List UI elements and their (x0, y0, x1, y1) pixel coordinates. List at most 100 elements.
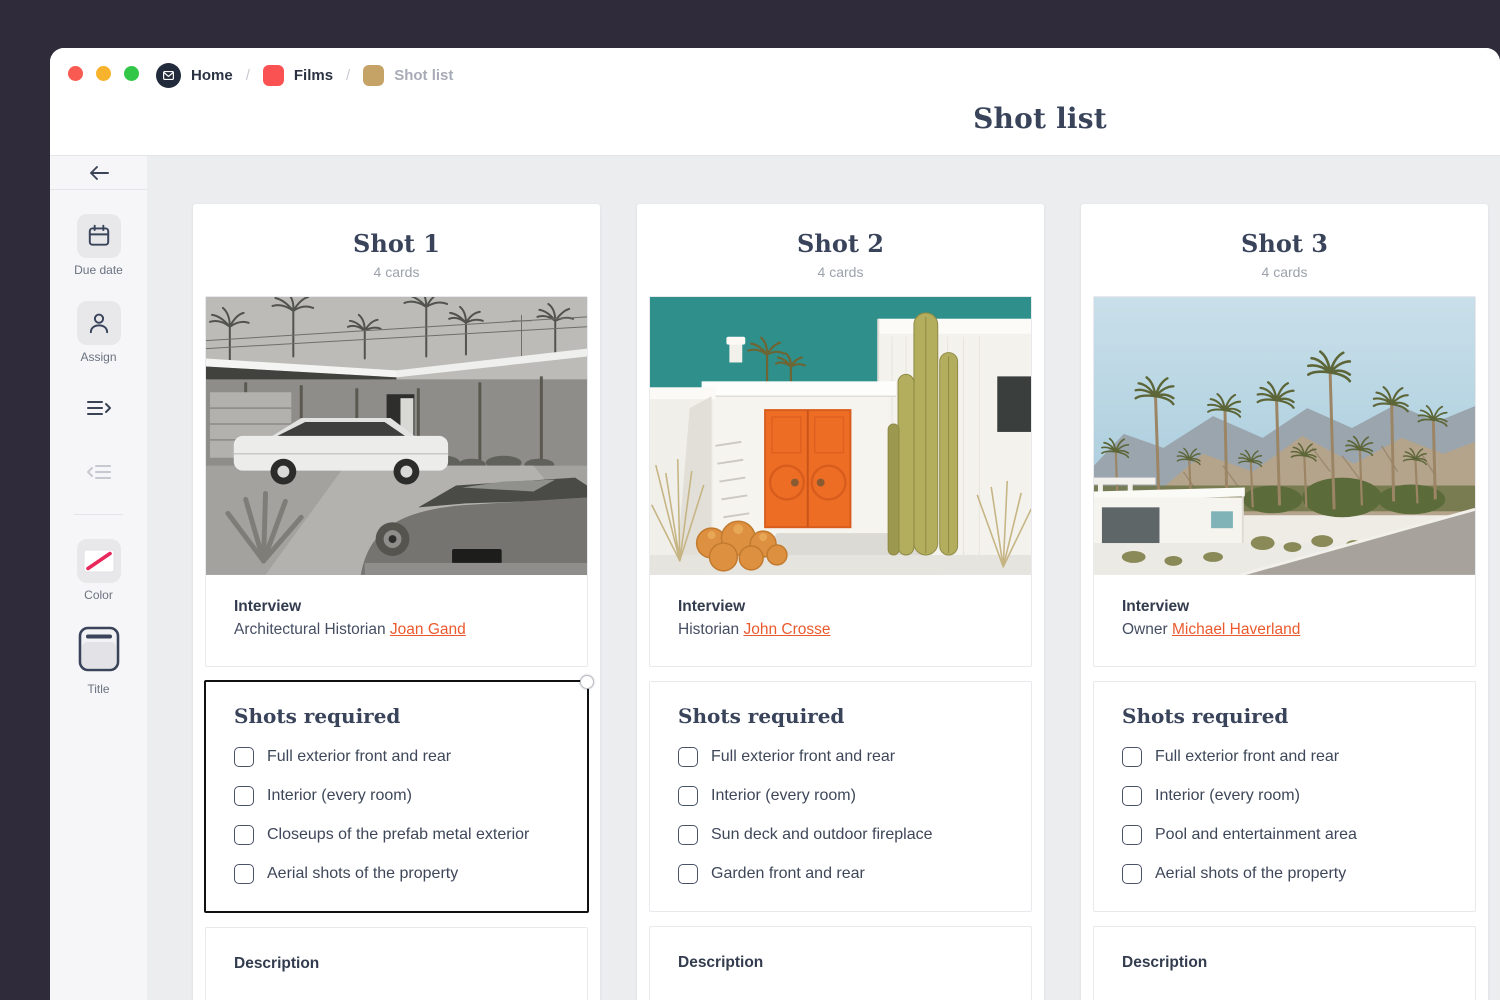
checkbox[interactable] (678, 747, 698, 767)
column-shot-1[interactable]: Shot 1 4 cards (193, 204, 600, 1000)
board-icon-red (263, 65, 284, 86)
checkbox[interactable] (234, 786, 254, 806)
sidebar: Due date Assign (50, 156, 148, 1000)
shot-1-photo (206, 297, 587, 575)
column-header: Shot 3 4 cards (1081, 204, 1488, 282)
checkbox[interactable] (1122, 864, 1142, 884)
breadcrumb-item-shot-list: Shot list (363, 65, 453, 86)
column-header: Shot 2 4 cards (637, 204, 1044, 282)
checklist-card[interactable]: Shots required Full exterior front and r… (1093, 681, 1476, 912)
tool-label: Assign (50, 350, 147, 364)
column-subtitle: 4 cards (1081, 262, 1488, 282)
interview-text: Architectural Historian Joan Gand (234, 618, 559, 641)
checklist-item: Full exterior front and rear (678, 747, 1003, 767)
indent-icon (85, 396, 113, 420)
interview-heading: Interview (234, 595, 559, 618)
tool-color[interactable]: Color (50, 539, 147, 602)
milanote-logo-icon (156, 63, 181, 88)
checklist-item: Garden front and rear (678, 864, 1003, 884)
title-card-icon (78, 626, 120, 672)
breadcrumb-label: Shot list (394, 67, 453, 84)
titlebar: Home / Films / Shot list Shot list (50, 48, 1500, 156)
description-heading: Description (234, 955, 559, 973)
checklist-item: Sun deck and outdoor fireplace (678, 825, 1003, 845)
interview-text: Historian John Crosse (678, 618, 1003, 641)
breadcrumb-item-films[interactable]: Films (263, 65, 333, 86)
column-shot-2[interactable]: Shot 2 4 cards (637, 204, 1044, 1000)
board-canvas[interactable]: Shot 1 4 cards (147, 156, 1500, 1000)
description-heading: Description (1122, 954, 1447, 972)
interview-link[interactable]: Joan Gand (390, 621, 466, 638)
checkbox[interactable] (234, 864, 254, 884)
description-card[interactable]: Description (649, 926, 1032, 1000)
sidebar-divider (50, 189, 147, 190)
collapse-sidebar-button[interactable] (50, 160, 147, 186)
description-heading: Description (678, 954, 1003, 972)
checklist-item: Aerial shots of the property (1122, 864, 1447, 884)
tool-assign[interactable]: Assign (50, 301, 147, 364)
window-controls (68, 66, 139, 81)
indent-button[interactable] (50, 396, 147, 420)
interview-caption: Interview Owner Michael Haverland (1094, 575, 1475, 666)
outdent-button (50, 460, 147, 484)
close-button[interactable] (68, 66, 83, 81)
checkbox[interactable] (678, 825, 698, 845)
column-subtitle: 4 cards (637, 262, 1044, 282)
description-card[interactable]: Description (1093, 926, 1476, 1000)
photo-card[interactable]: Interview Historian John Crosse (649, 296, 1032, 667)
breadcrumb-label: Films (294, 67, 333, 84)
column-title[interactable]: Shot 3 (1081, 228, 1488, 260)
person-icon (86, 310, 112, 336)
shot-2-photo (650, 297, 1031, 575)
column-subtitle: 4 cards (193, 262, 600, 282)
interview-caption: Interview Historian John Crosse (650, 575, 1031, 666)
tool-label: Color (50, 588, 147, 602)
column-shot-3[interactable]: Shot 3 4 cards (1081, 204, 1488, 1000)
interview-link[interactable]: Michael Haverland (1172, 621, 1300, 638)
checklist-item: Closeups of the prefab metal exterior (234, 825, 559, 845)
column-title[interactable]: Shot 1 (193, 228, 600, 260)
interview-heading: Interview (1122, 595, 1447, 618)
shot-3-photo (1094, 297, 1475, 575)
color-swatch-icon (83, 549, 115, 573)
outdent-icon (85, 460, 113, 484)
checklist-item: Pool and entertainment area (1122, 825, 1447, 845)
checklist-item: Full exterior front and rear (234, 747, 559, 767)
checklist-item: Interior (every room) (1122, 786, 1447, 806)
breadcrumb-separator: / (346, 67, 350, 84)
tool-label: Title (50, 682, 147, 696)
calendar-icon (86, 223, 112, 249)
checklist-item: Interior (every room) (234, 786, 559, 806)
checkbox[interactable] (1122, 786, 1142, 806)
checkbox[interactable] (1122, 825, 1142, 845)
column-title[interactable]: Shot 2 (637, 228, 1044, 260)
checkbox[interactable] (234, 825, 254, 845)
checkbox[interactable] (678, 786, 698, 806)
checkbox[interactable] (678, 864, 698, 884)
photo-card[interactable]: Interview Owner Michael Haverland (1093, 296, 1476, 667)
column-header: Shot 1 4 cards (193, 204, 600, 282)
checklist-card[interactable]: Shots required Full exterior front and r… (649, 681, 1032, 912)
breadcrumb: Home / Films / Shot list (156, 61, 453, 89)
checklist-item: Interior (every room) (678, 786, 1003, 806)
tool-title[interactable]: Title (50, 626, 147, 696)
arrow-left-icon (88, 165, 110, 181)
breadcrumb-item-home[interactable]: Home (156, 63, 233, 88)
tool-due-date[interactable]: Due date (50, 214, 147, 277)
tool-label: Due date (50, 263, 147, 277)
checklist-card[interactable]: Shots required Full exterior front and r… (204, 680, 589, 913)
minimize-button[interactable] (96, 66, 111, 81)
app-window: Home / Films / Shot list Shot list (50, 48, 1500, 1000)
interview-heading: Interview (678, 595, 1003, 618)
breadcrumb-separator: / (246, 67, 250, 84)
checklist-item: Full exterior front and rear (1122, 747, 1447, 767)
checkbox[interactable] (234, 747, 254, 767)
interview-link[interactable]: John Crosse (743, 621, 830, 638)
breadcrumb-label: Home (191, 67, 233, 84)
description-card[interactable]: Description (205, 927, 588, 1000)
zoom-button[interactable] (124, 66, 139, 81)
photo-card[interactable]: Interview Architectural Historian Joan G… (205, 296, 588, 667)
checkbox[interactable] (1122, 747, 1142, 767)
checklist-heading: Shots required (234, 704, 559, 728)
resize-handle[interactable] (580, 675, 594, 689)
